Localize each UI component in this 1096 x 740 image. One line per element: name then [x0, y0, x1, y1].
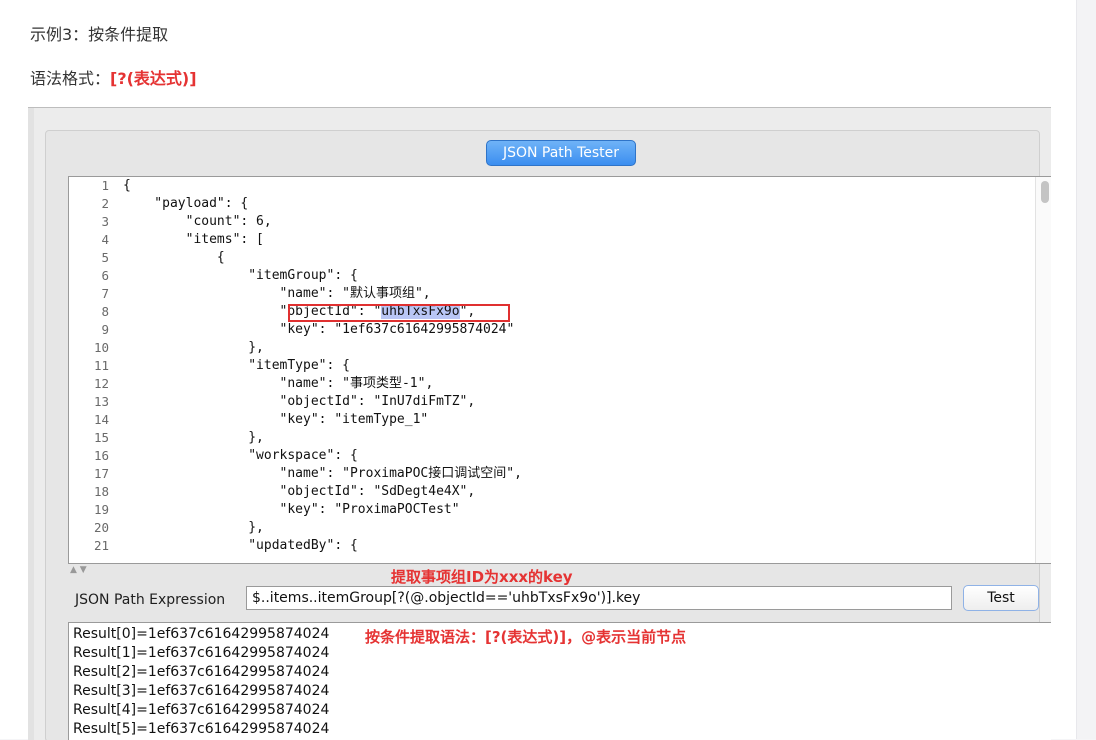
json-code-area[interactable]: { "payload": { "count": 6, "items": [ { …: [123, 177, 1023, 563]
line-number: 1: [101, 178, 109, 193]
line-number: 5: [101, 250, 109, 265]
annotation-extract-key: 提取事项组ID为xxx的key: [391, 568, 573, 586]
code-line: "itemGroup": {: [123, 268, 358, 283]
tester-screenshot: JSON Path Tester 1 2 3 4 5 6 7 8 9 10 11 12 13 14 15 16…: [28, 107, 1051, 740]
code-line: },: [123, 520, 264, 535]
results-area[interactable]: Result[0]=1ef637c61642995874024 Result[1]…: [68, 622, 1051, 740]
line-number: 12: [93, 376, 109, 391]
line-number: 8: [101, 304, 109, 319]
tester-title-badge: JSON Path Tester: [486, 140, 636, 166]
example-title-text: 示例3：按条件提取: [30, 25, 169, 44]
split-arrows-icon[interactable]: ▲ ▼: [70, 565, 87, 575]
code-line: "itemType": {: [123, 358, 350, 373]
code-line: },: [123, 340, 264, 355]
code-line: "items": [: [123, 232, 264, 247]
syntax-label: 语法格式：: [30, 69, 111, 88]
code-line: },: [123, 430, 264, 445]
result-line: Result[5]=1ef637c61642995874024: [73, 721, 330, 737]
page-right-gutter: [1076, 0, 1096, 739]
line-number: 2: [101, 196, 109, 211]
result-line: Result[4]=1ef637c61642995874024: [73, 702, 330, 718]
code-line: "workspace": {: [123, 448, 358, 463]
expression-input[interactable]: $..items..itemGroup[?(@.objectId=='uhbTx…: [246, 586, 952, 610]
line-number-gutter: 1 2 3 4 5 6 7 8 9 10 11 12 13 14 15 16 17 18 19 20 21: [69, 177, 115, 563]
line-number: 15: [93, 430, 109, 445]
annotation-result-syntax: 按条件提取语法：[?(表达式)]，@表示当前节点: [365, 628, 687, 646]
syntax-value: [?(表达式)]: [110, 69, 197, 88]
objectid-highlight-box: [288, 304, 510, 322]
code-line: "key": "1ef637c61642995874024": [123, 322, 515, 337]
code-line: "payload": {: [123, 196, 249, 211]
code-line: "name": "事项类型-1",: [123, 376, 434, 391]
json-editor[interactable]: 1 2 3 4 5 6 7 8 9 10 11 12 13 14 15 16 17 18 19 20 21 { "pay…: [68, 176, 1051, 564]
code-line: "updatedBy": {: [123, 538, 358, 553]
code-line: "objectId": "SdDegt4e4X",: [123, 484, 476, 499]
line-number: 20: [93, 520, 109, 535]
syntax-line: 语法格式：[?(表达式)]: [30, 68, 197, 90]
line-number: 14: [93, 412, 109, 427]
line-number: 19: [93, 502, 109, 517]
line-number: 3: [101, 214, 109, 229]
line-number: 21: [93, 538, 109, 553]
code-line: {: [123, 178, 131, 193]
tester-panel: JSON Path Tester 1 2 3 4 5 6 7 8 9 10 11 12 13 14 15 16…: [45, 130, 1051, 740]
line-number: 13: [93, 394, 109, 409]
line-number: 17: [93, 466, 109, 481]
line-number: 18: [93, 484, 109, 499]
line-number: 4: [101, 232, 109, 247]
result-line: Result[3]=1ef637c61642995874024: [73, 683, 330, 699]
line-number: 16: [93, 448, 109, 463]
code-line: "objectId": "uhbTxsFx9o",: [123, 303, 1023, 321]
line-number: 6: [101, 268, 109, 283]
example-title: 示例3：按条件提取: [30, 24, 168, 46]
code-line: "count": 6,: [123, 214, 272, 229]
expression-label: JSON Path Expression: [75, 592, 226, 608]
line-number: 7: [101, 286, 109, 301]
article-content: 示例3：按条件提取 语法格式：[?(表达式)] JSON Path Tester…: [0, 0, 1076, 740]
code-line: "name": "ProximaPOC接口调试空间",: [123, 466, 522, 481]
editor-scroll-thumb[interactable]: [1041, 181, 1049, 203]
screenshot-left-edge: [28, 108, 34, 740]
code-line: {: [123, 250, 225, 265]
code-line: "name": "默认事项组",: [123, 286, 431, 301]
code-line: "objectId": "InU7diFmTZ",: [123, 394, 476, 409]
line-number: 11: [93, 358, 109, 373]
results-list: Result[0]=1ef637c61642995874024 Result[1]…: [73, 625, 329, 739]
test-button[interactable]: Test: [963, 585, 1039, 611]
result-line: Result[0]=1ef637c61642995874024: [73, 626, 330, 642]
editor-scrollbar[interactable]: [1035, 177, 1051, 563]
line-number: 10: [93, 340, 109, 355]
line-number: 9: [101, 322, 109, 337]
result-line: Result[1]=1ef637c61642995874024: [73, 645, 330, 661]
code-line: "key": "ProximaPOCTest": [123, 502, 460, 517]
code-line: "key": "itemType_1": [123, 412, 429, 427]
result-line: Result[2]=1ef637c61642995874024: [73, 664, 330, 680]
